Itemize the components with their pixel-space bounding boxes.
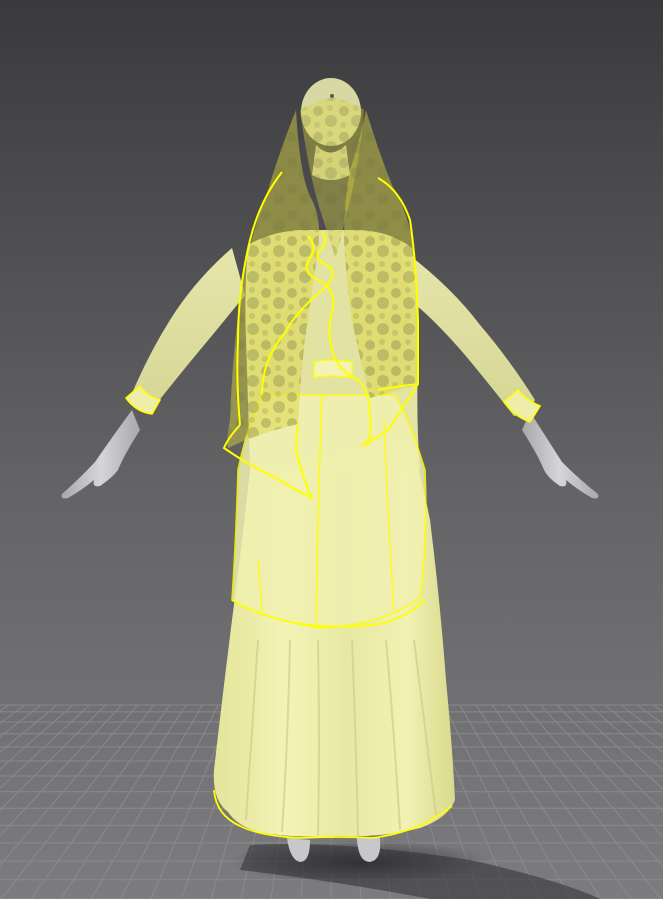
3d-scene[interactable]: [0, 0, 663, 899]
3d-viewport[interactable]: [0, 0, 663, 899]
waist-sash[interactable]: [313, 359, 353, 379]
head-pivot-dot: [330, 94, 334, 98]
